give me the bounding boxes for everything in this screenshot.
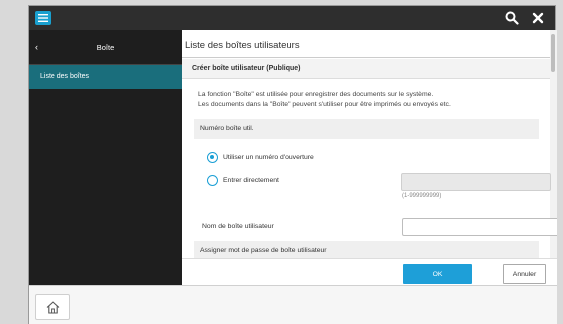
home-button[interactable] [35,294,70,320]
page-title: Liste des boîtes utilisateurs [185,40,300,51]
radio-opening-number-label[interactable]: Utiliser un numéro d'ouverture [223,154,314,161]
main-content: Liste des boîtes utilisateurs Créer boît… [182,30,557,285]
menu-icon [38,14,48,22]
number-range-hint: (1-999999999) [402,193,442,199]
panel-title: Créer boîte utilisateur (Publique) [182,59,550,79]
ok-button[interactable]: OK [403,264,472,284]
sidebar-header: ‹ Boîte [29,30,182,65]
bottom-bar [29,285,557,324]
action-bar: OK Annuler [182,258,557,285]
box-name-input[interactable] [402,218,557,236]
radio-direct-entry[interactable] [207,175,218,186]
box-number-input[interactable] [401,173,551,191]
top-bar [29,6,555,30]
sidebar: ‹ Boîte Liste des boîtes [29,30,182,285]
menu-button[interactable] [35,11,51,25]
description: La fonction "Boîte" est utilisée pour en… [198,90,451,110]
close-icon [532,12,544,24]
sidebar-item-box-list[interactable]: Liste des boîtes [29,65,182,89]
close-button[interactable] [531,11,545,25]
title-divider [182,57,550,58]
search-icon [505,11,519,25]
box-number-section: Numéro boîte util. [194,119,539,139]
description-line-1: La fonction "Boîte" est utilisée pour en… [198,91,434,98]
home-icon [46,301,60,314]
scrollbar-thumb[interactable] [551,34,555,72]
box-name-label: Nom de boîte utilisateur [202,223,274,230]
sidebar-title: Boîte [96,43,115,52]
search-button[interactable] [505,11,519,25]
radio-opening-number[interactable] [207,152,218,163]
radio-direct-entry-label[interactable]: Entrer directement [223,177,279,184]
description-line-2: Les documents dans la "Boîte" peuvent s'… [198,101,451,108]
device-screen: ‹ Boîte Liste des boîtes Liste des boîte… [28,5,557,324]
cancel-button[interactable]: Annuler [503,264,546,284]
